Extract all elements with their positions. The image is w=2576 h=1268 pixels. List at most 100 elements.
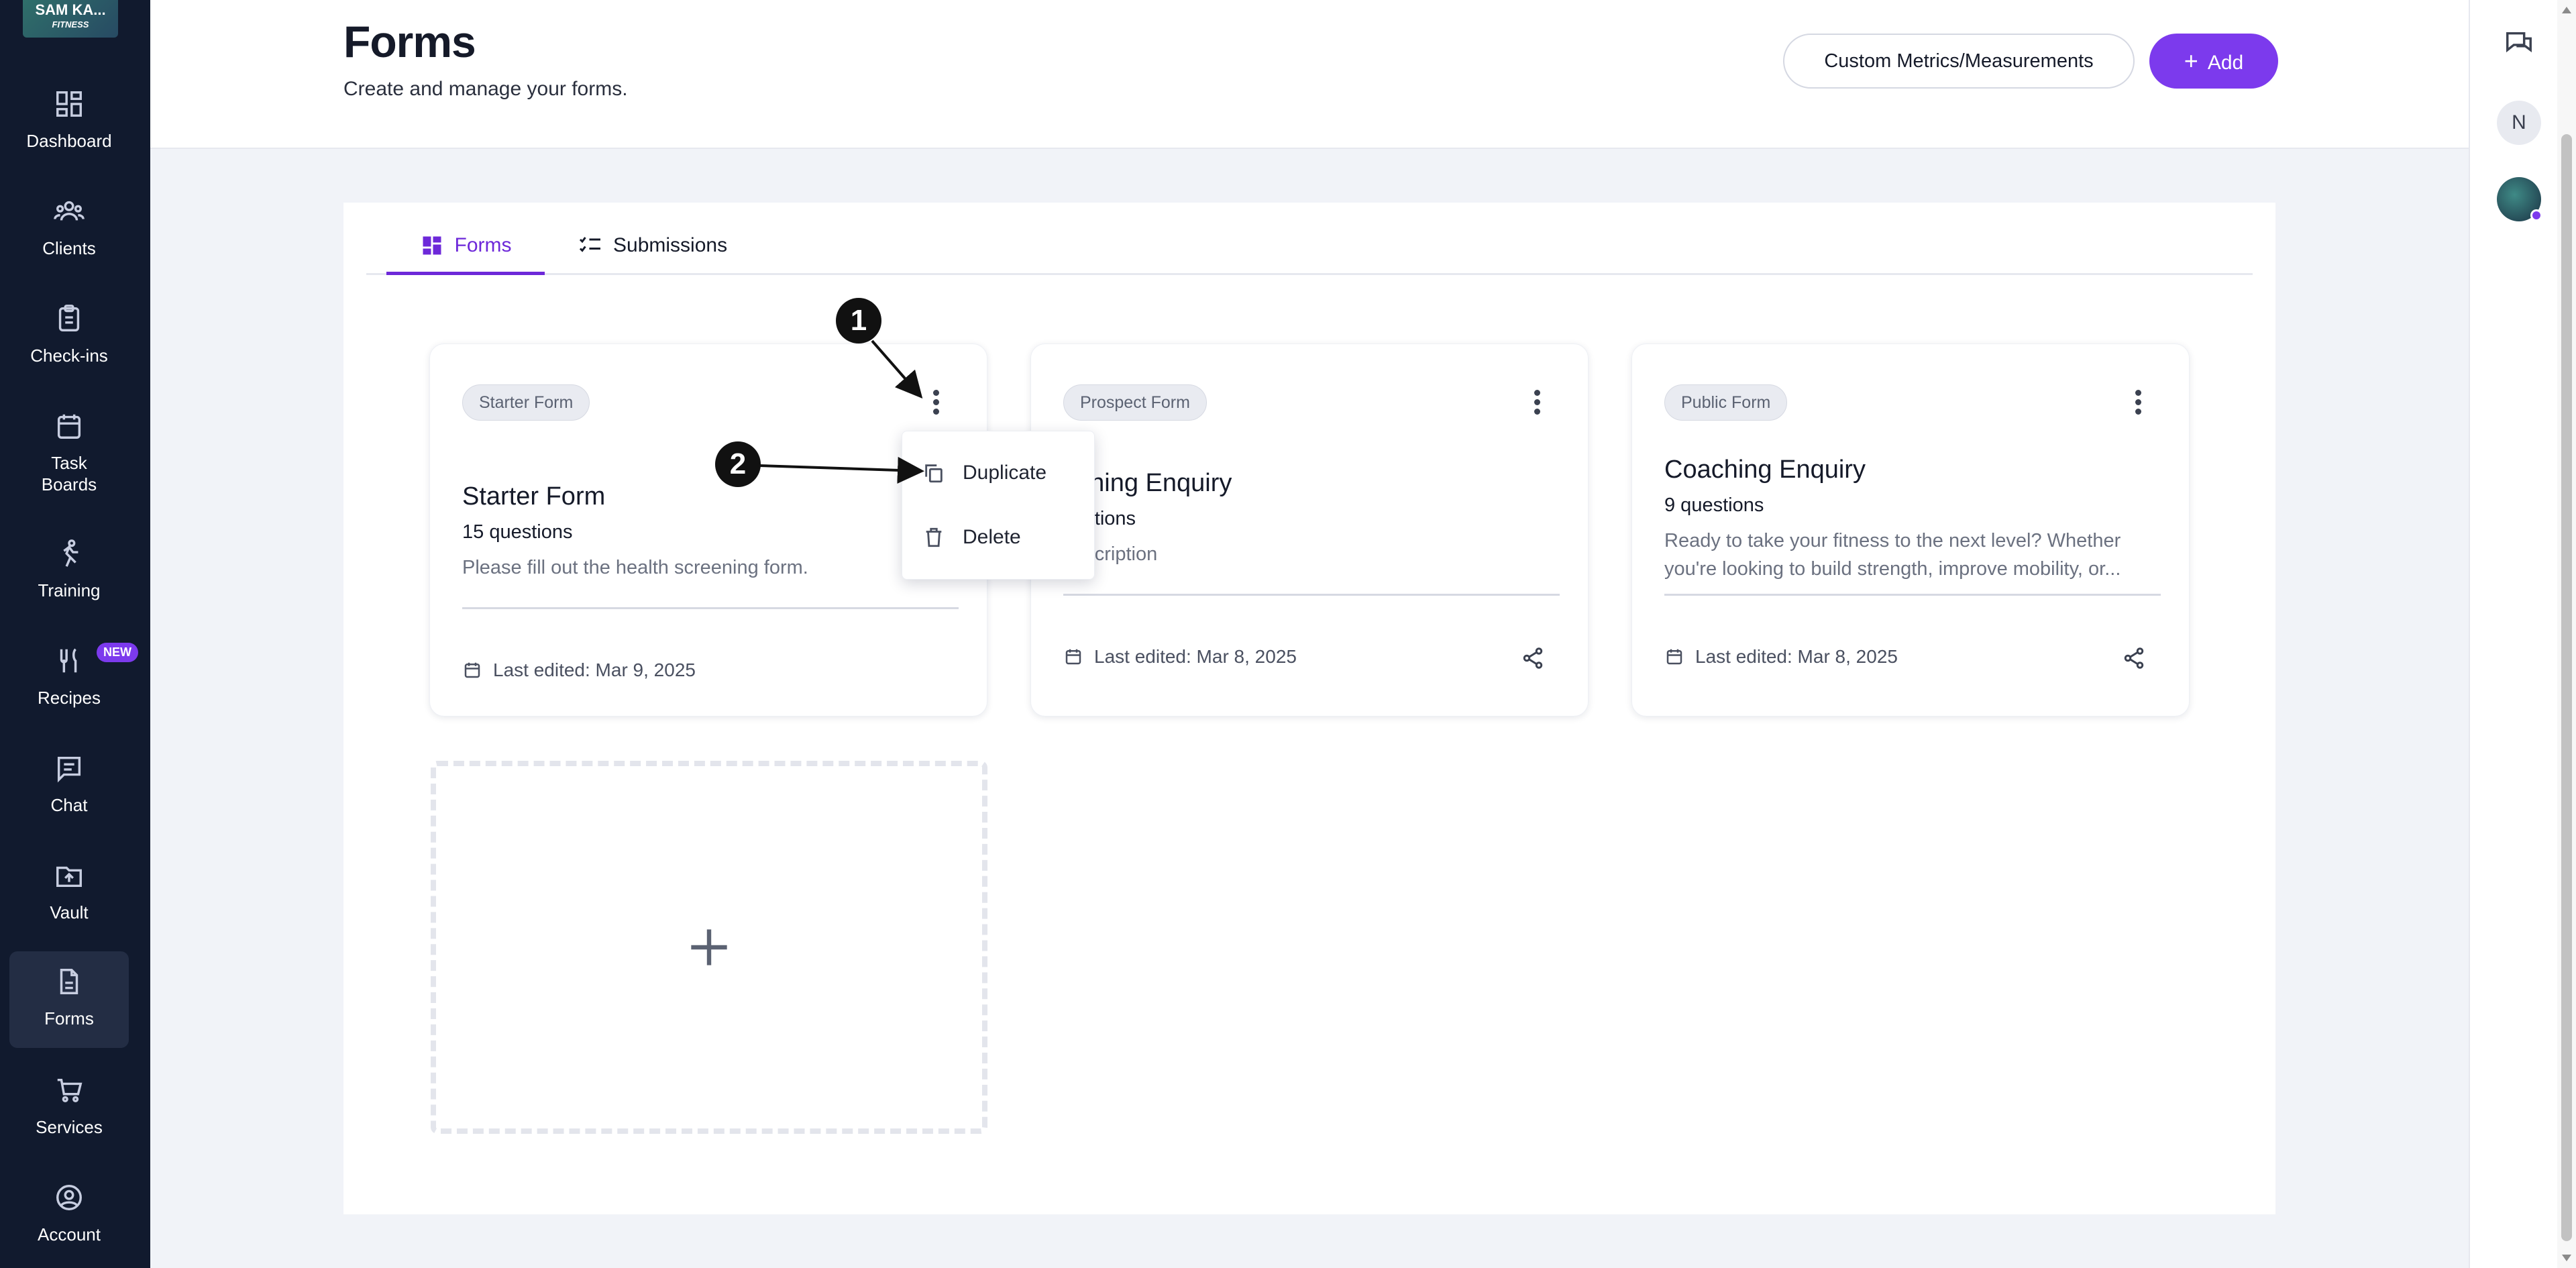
logo-line1: SAM KA... xyxy=(35,1,106,18)
sidebar-item-chat[interactable]: Chat xyxy=(9,738,129,835)
sidebar-item-services[interactable]: Services xyxy=(9,1060,129,1157)
sidebar-item-label: Clients xyxy=(42,238,96,258)
divider xyxy=(1063,594,1560,596)
trash-icon xyxy=(926,527,942,547)
message-icon xyxy=(54,753,85,784)
grid-icon xyxy=(423,236,441,255)
form-type-badge: Prospect Form xyxy=(1063,384,1207,421)
form-title: Starter Form xyxy=(462,482,606,511)
sidebar-item-label: Chat xyxy=(50,795,88,815)
tab-bar: Forms Submissions xyxy=(366,227,2253,275)
sidebar-item-label: Task Boards xyxy=(41,453,97,494)
sidebar-item-forms[interactable]: Forms xyxy=(9,951,129,1048)
custom-metrics-button[interactable]: Custom Metrics/Measurements xyxy=(1783,34,2135,89)
tab-submissions[interactable]: Submissions xyxy=(578,227,727,275)
sidebar: SAM KA... FITNESS Dashboard Clients Chec… xyxy=(0,0,150,1268)
sidebar-item-label: Vault xyxy=(50,902,89,922)
sidebar-item-label: Check-ins xyxy=(30,346,108,366)
brand-logo[interactable]: SAM KA... FITNESS xyxy=(23,0,118,38)
more-options-icon[interactable] xyxy=(1529,387,1545,418)
plus-icon: + xyxy=(2184,47,2198,74)
document-icon xyxy=(54,966,85,997)
calendar-icon xyxy=(464,662,480,678)
more-options-icon[interactable] xyxy=(928,387,944,418)
right-rail: N xyxy=(2469,0,2576,1268)
annotation-marker-2: 2 xyxy=(715,441,761,487)
sidebar-item-clients[interactable]: Clients xyxy=(9,181,129,278)
more-options-icon[interactable] xyxy=(2130,387,2146,418)
sidebar-item-label: Recipes xyxy=(38,688,101,708)
divider xyxy=(1664,594,2161,596)
calendar-icon xyxy=(1065,649,1081,665)
question-count: 15 questions xyxy=(462,521,573,543)
tab-label: Forms xyxy=(454,234,512,256)
calendar-icon xyxy=(1666,649,1682,665)
clipboard-icon xyxy=(54,303,85,334)
chat-bubbles-icon[interactable] xyxy=(2504,28,2534,59)
annotation-marker-1: 1 xyxy=(836,298,881,344)
sidebar-item-label: Services xyxy=(36,1117,103,1137)
scroll-up-arrow-icon[interactable] xyxy=(2562,7,2571,13)
user-avatar-initial[interactable]: N xyxy=(2497,101,2541,145)
checklist-icon xyxy=(579,237,600,252)
scroll-down-arrow-icon[interactable] xyxy=(2562,1255,2571,1261)
last-edited-text: Last edited: Mar 9, 2025 xyxy=(493,659,696,680)
running-icon xyxy=(54,538,85,569)
sidebar-item-label: Account xyxy=(38,1224,101,1245)
sidebar-item-dashboard[interactable]: Dashboard xyxy=(9,74,129,170)
sidebar-item-label: Training xyxy=(38,580,101,600)
add-button[interactable]: + Add xyxy=(2149,34,2278,89)
form-description: Ready to take your fitness to the next l… xyxy=(1664,530,2121,580)
form-description: Please fill out the health screening for… xyxy=(462,557,808,578)
page-title: Forms xyxy=(343,17,476,66)
share-icon[interactable] xyxy=(1521,646,1545,670)
tab-label: Submissions xyxy=(613,234,728,256)
add-form-card[interactable] xyxy=(431,761,987,1134)
delete-label: Delete xyxy=(963,526,1021,548)
sidebar-item-vault[interactable]: Vault xyxy=(9,845,129,942)
new-badge: NEW xyxy=(97,643,138,662)
users-icon xyxy=(54,196,85,227)
folder-upload-icon xyxy=(54,860,85,891)
question-count: 9 questions xyxy=(1664,494,1764,516)
last-edited: Last edited: Mar 9, 2025 xyxy=(462,659,696,681)
utensils-icon xyxy=(54,645,85,676)
calendar-icon xyxy=(54,411,85,441)
form-type-badge: Starter Form xyxy=(462,384,590,421)
form-type-badge: Public Form xyxy=(1664,384,1788,421)
form-card[interactable]: Public Form Coaching Enquiry 9 questions… xyxy=(1631,344,2190,717)
dashboard-icon xyxy=(54,89,85,119)
sidebar-item-recipes[interactable]: NEW Recipes xyxy=(9,631,138,727)
page-header: Forms Create and manage your forms. Cust… xyxy=(150,0,2469,149)
page-subtitle: Create and manage your forms. xyxy=(343,78,628,100)
scrollbar[interactable] xyxy=(2557,0,2576,1268)
form-description: description xyxy=(1063,543,1158,565)
plus-icon xyxy=(691,929,727,965)
forms-panel: Forms Submissions Starter Form Starter F… xyxy=(343,203,2275,1214)
delete-menu-item[interactable]: Delete xyxy=(922,517,1021,558)
sidebar-item-account[interactable]: Account xyxy=(9,1167,129,1264)
divider xyxy=(462,607,959,609)
account-circle-icon xyxy=(54,1182,85,1213)
share-icon[interactable] xyxy=(2122,646,2146,670)
sidebar-item-training[interactable]: Training xyxy=(9,523,129,620)
sidebar-item-task-boards[interactable]: Task Boards xyxy=(9,396,129,503)
add-button-label: Add xyxy=(2207,52,2244,74)
form-card[interactable]: Prospect Form aching Enquiry uestions de… xyxy=(1030,344,1589,717)
scrollbar-thumb[interactable] xyxy=(2561,134,2572,1241)
sidebar-item-label: Dashboard xyxy=(26,131,112,151)
cart-icon xyxy=(54,1075,85,1106)
last-edited: Last edited: Mar 8, 2025 xyxy=(1664,646,1898,668)
online-status-dot xyxy=(2530,209,2542,221)
form-options-menu: Duplicate Delete xyxy=(902,431,1095,580)
last-edited: Last edited: Mar 8, 2025 xyxy=(1063,646,1297,668)
last-edited-text: Last edited: Mar 8, 2025 xyxy=(1695,646,1898,667)
duplicate-menu-item[interactable]: Duplicate xyxy=(922,453,1046,493)
logo-line2: FITNESS xyxy=(52,19,89,30)
copy-icon xyxy=(925,464,943,483)
sidebar-item-label: Forms xyxy=(44,1008,94,1028)
sidebar-item-check-ins[interactable]: Check-ins xyxy=(9,288,129,385)
form-title: Coaching Enquiry xyxy=(1664,456,1866,484)
last-edited-text: Last edited: Mar 8, 2025 xyxy=(1094,646,1297,667)
tab-forms[interactable]: Forms xyxy=(386,227,545,275)
